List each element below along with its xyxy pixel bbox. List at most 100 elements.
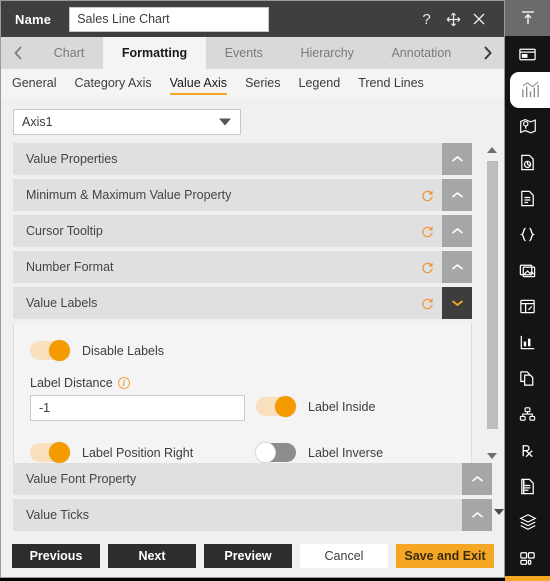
- scroll-down-arrow-outer[interactable]: [494, 509, 504, 515]
- accordion-number-format[interactable]: Number Format: [13, 251, 472, 283]
- bottom-accordion-list: Value Font Property Value Ticks: [1, 463, 504, 535]
- rail-item-analytics-chart-icon[interactable]: [505, 324, 550, 360]
- application-root: Name ?: [0, 0, 550, 581]
- accordion-min-max-value-property[interactable]: Minimum & Maximum Value Property: [13, 179, 472, 211]
- reset-icon[interactable]: [416, 189, 438, 202]
- disable-labels-toggle[interactable]: [30, 340, 70, 361]
- subtab-label: Category Axis: [74, 75, 152, 90]
- label-distance-inside-row: Label Distance i Label Inside: [30, 376, 455, 421]
- label-position-right-label: Label Position Right: [82, 445, 194, 460]
- rail-item-document-icon[interactable]: [505, 180, 550, 216]
- subtab-trend-lines[interactable]: Trend Lines: [358, 76, 424, 93]
- subtab-legend[interactable]: Legend: [299, 76, 341, 93]
- rail-item-map-pin-icon[interactable]: [505, 108, 550, 144]
- subtab-value-axis[interactable]: Value Axis: [169, 75, 228, 95]
- subtab-general[interactable]: General: [12, 76, 56, 93]
- label-position-inverse-row: Label Position Right Label Inverse: [30, 442, 455, 463]
- scrollbar-thumb[interactable]: [486, 161, 498, 429]
- rail-item-bar-chart-icon[interactable]: [510, 72, 550, 108]
- tab-events[interactable]: Events: [205, 37, 282, 69]
- accordion-toggle-chevron-up-icon[interactable]: [462, 499, 492, 531]
- label-position-right-toggle[interactable]: [30, 442, 70, 463]
- help-icon[interactable]: ?: [418, 11, 435, 28]
- accordion-toggle-chevron-up-icon[interactable]: [462, 463, 492, 495]
- label-position-right-row: Label Position Right: [30, 442, 256, 463]
- main-tabstrip: Chart Formatting Events Hierarchy Annota…: [1, 37, 505, 69]
- subtab-label: Trend Lines: [358, 75, 424, 90]
- accordion-toggle-chevron-up-icon[interactable]: [442, 143, 472, 175]
- rail-item-hierarchy-tree-icon[interactable]: [505, 396, 550, 432]
- right-icon-rail: [505, 0, 550, 581]
- accordion-title: Minimum & Maximum Value Property: [26, 188, 232, 202]
- label-distance-input[interactable]: [30, 395, 245, 421]
- tab-annotation[interactable]: Annotation: [372, 37, 471, 69]
- subtab-label: Value Axis: [169, 75, 228, 90]
- download-icon[interactable]: [505, 576, 550, 581]
- accordion-toggle-chevron-up-icon[interactable]: [442, 215, 472, 247]
- scroll-up-arrow[interactable]: [487, 143, 497, 157]
- subtab-category-axis[interactable]: Category Axis: [74, 76, 151, 93]
- save-and-exit-button[interactable]: Save and Exit: [396, 544, 494, 568]
- dialog-body: Axis1 Value Properties Minimum & Maximum…: [1, 99, 504, 577]
- label-distance-field: Label Distance i: [30, 376, 256, 421]
- tab-hierarchy[interactable]: Hierarchy: [281, 37, 373, 69]
- rail-item-prescription-icon[interactable]: [505, 432, 550, 468]
- rail-item-dashboard-tiles-icon[interactable]: [505, 540, 550, 576]
- tabs-next-chevron-right-icon[interactable]: [470, 37, 505, 69]
- accordion-toggle-chevron-down-icon[interactable]: [442, 287, 472, 319]
- label-inverse-field: Label Inverse: [255, 442, 455, 463]
- label-inverse-toggle[interactable]: [255, 442, 296, 463]
- rail-item-layout-panel-icon[interactable]: [505, 36, 550, 72]
- properties-scrollbar[interactable]: [484, 143, 500, 463]
- accordion-value-properties[interactable]: Value Properties: [13, 143, 472, 175]
- rail-item-table-grid-icon[interactable]: [505, 288, 550, 324]
- rail-item-report-page-icon[interactable]: [505, 144, 550, 180]
- accordion-toggle-chevron-up-icon[interactable]: [442, 179, 472, 211]
- toggle-knob: [275, 396, 296, 417]
- scroll-down-arrow[interactable]: [487, 449, 497, 463]
- triangle-down-icon: [487, 453, 497, 459]
- rail-items: [505, 36, 550, 576]
- label-distance-label: Label Distance: [30, 376, 113, 390]
- tab-label: Chart: [53, 46, 85, 60]
- rail-item-image-gallery-icon[interactable]: [505, 252, 550, 288]
- reset-icon[interactable]: [416, 297, 438, 310]
- accordion-value-font-property[interactable]: Value Font Property: [13, 463, 492, 495]
- formatting-subtabs: General Category Axis Value Axis Series …: [1, 69, 504, 99]
- triangle-up-icon: [487, 147, 497, 153]
- rail-item-code-braces-icon[interactable]: [505, 216, 550, 252]
- label-inside-row: Label Inside: [256, 396, 455, 417]
- disable-labels-row: Disable Labels: [30, 340, 455, 361]
- accordion-toggle-chevron-up-icon[interactable]: [442, 251, 472, 283]
- accordion-value-labels[interactable]: Value Labels: [13, 287, 472, 319]
- axis-select-dropdown[interactable]: Axis1: [13, 109, 241, 135]
- tab-formatting[interactable]: Formatting: [103, 37, 206, 69]
- label-distance-label-group: Label Distance i: [30, 376, 256, 390]
- rail-item-copy-pages-icon[interactable]: [505, 360, 550, 396]
- reset-icon[interactable]: [416, 225, 438, 238]
- tabs-prev-chevron-left-icon[interactable]: [1, 37, 35, 69]
- tab-chart[interactable]: Chart: [35, 37, 104, 69]
- axis-select-row: Axis1: [1, 99, 504, 143]
- tab-label: Hierarchy: [300, 46, 354, 60]
- accordion-cursor-tooltip[interactable]: Cursor Tooltip: [13, 215, 472, 247]
- chart-name-input[interactable]: [69, 6, 270, 32]
- preview-button[interactable]: Preview: [204, 544, 292, 568]
- previous-button[interactable]: Previous: [12, 544, 100, 568]
- next-button[interactable]: Next: [108, 544, 196, 568]
- accordion-title: Value Labels: [26, 296, 98, 310]
- scrollbar-track[interactable]: [486, 157, 498, 449]
- subtab-series[interactable]: Series: [245, 76, 280, 93]
- collapse-panel-up-icon[interactable]: [505, 0, 550, 36]
- cancel-button[interactable]: Cancel: [300, 544, 388, 568]
- move-icon[interactable]: [446, 12, 461, 27]
- accordion-value-ticks[interactable]: Value Ticks: [13, 499, 492, 531]
- rail-item-layers-icon[interactable]: [505, 504, 550, 540]
- info-icon[interactable]: i: [117, 377, 130, 389]
- reset-icon[interactable]: [416, 261, 438, 274]
- rail-item-form-document-icon[interactable]: [505, 468, 550, 504]
- label-inside-toggle[interactable]: [256, 396, 296, 417]
- close-icon[interactable]: [472, 12, 486, 26]
- chart-properties-dialog: Name ?: [0, 0, 505, 578]
- chevron-down-icon: [219, 118, 231, 126]
